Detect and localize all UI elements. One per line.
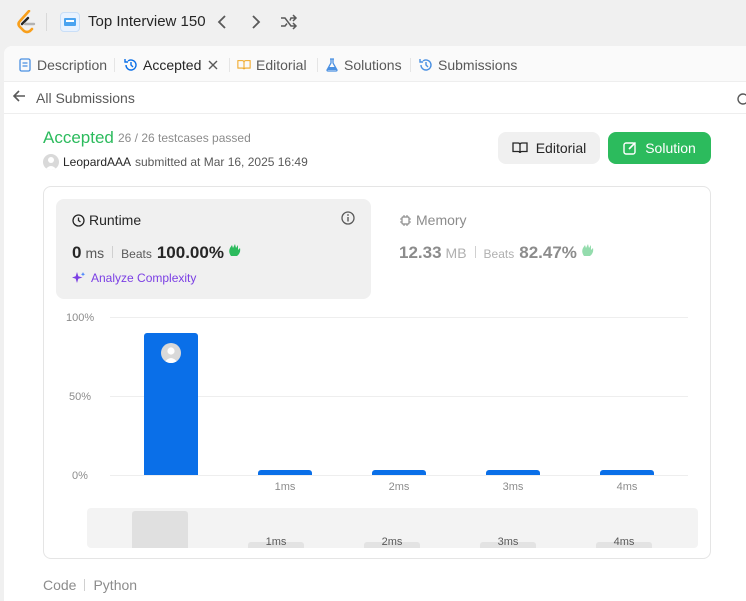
chart-bar[interactable] xyxy=(486,470,540,475)
submission-status: Accepted xyxy=(43,128,114,147)
link-icon[interactable] xyxy=(736,92,746,111)
gridline xyxy=(110,475,688,476)
chevron-right-icon[interactable] xyxy=(244,10,268,34)
chip-icon xyxy=(399,214,412,227)
tab-submissions-label: Submissions xyxy=(438,57,518,73)
y-tick-label: 100% xyxy=(66,312,95,324)
chart-bar[interactable] xyxy=(372,470,426,475)
runtime-distribution-chart: 100% 50% 0% 1ms 2ms 3ms 4ms xyxy=(44,302,712,502)
book-icon xyxy=(237,58,251,72)
tab-accepted-label: Accepted xyxy=(143,57,202,73)
code-label: Code xyxy=(43,577,77,593)
history-icon xyxy=(419,58,433,72)
x-tick-label: 3ms xyxy=(502,481,524,493)
tab-bar: Description Accepted Editorial Solutions… xyxy=(4,46,746,82)
tab-submissions[interactable]: Submissions xyxy=(419,55,517,75)
user-avatar-icon xyxy=(161,342,181,363)
runtime-value: 0 xyxy=(72,243,82,262)
runtime-beats-value: 100.00% xyxy=(156,243,224,262)
arrow-left-icon[interactable] xyxy=(12,89,26,108)
memory-unit: MB xyxy=(445,245,467,261)
code-section-header: Code Python xyxy=(43,577,137,593)
range-selector[interactable]: 1ms 2ms 3ms 4ms xyxy=(87,508,698,548)
memory-title-label: Memory xyxy=(416,212,467,228)
range-selector-handle[interactable] xyxy=(132,511,188,548)
performance-card: Runtime 0 ms Beats 100.00% Analyze Compl… xyxy=(43,186,711,559)
flask-icon xyxy=(325,58,339,72)
avatar[interactable] xyxy=(43,154,59,170)
editorial-button[interactable]: Editorial xyxy=(498,132,600,164)
language-label[interactable]: Python xyxy=(93,577,137,593)
range-selector-label: 3ms xyxy=(497,536,519,548)
range-selector-label: 2ms xyxy=(381,536,403,548)
username[interactable]: LeopardAAA xyxy=(63,155,131,169)
x-tick-label: 2ms xyxy=(388,481,410,493)
problem-list-title[interactable]: Top Interview 150 xyxy=(88,13,206,30)
memory-beats-label: Beats xyxy=(483,247,515,261)
analyze-complexity-label: Analyze Complexity xyxy=(91,271,197,285)
tab-solutions-label: Solutions xyxy=(344,57,402,73)
chart-bar[interactable] xyxy=(258,470,312,475)
x-tick-label: 4ms xyxy=(616,481,638,493)
document-icon xyxy=(18,58,32,72)
info-icon[interactable] xyxy=(341,211,355,230)
y-tick-label: 0% xyxy=(72,470,88,482)
tab-description-label: Description xyxy=(37,57,108,73)
clap-icon xyxy=(580,242,596,258)
topbar-divider xyxy=(46,13,47,31)
editorial-button-label: Editorial xyxy=(535,140,587,156)
all-submissions-link[interactable]: All Submissions xyxy=(36,90,135,106)
range-selector-label: 1ms xyxy=(265,536,287,548)
gridline xyxy=(110,317,688,318)
memory-title: Memory xyxy=(399,212,467,228)
submission-panel: Description Accepted Editorial Solutions… xyxy=(4,46,746,601)
solution-button-label: Solution xyxy=(645,140,696,156)
tab-editorial-label: Editorial xyxy=(256,57,307,73)
runtime-title-label: Runtime xyxy=(89,212,142,228)
runtime-title: Runtime xyxy=(72,212,141,228)
clock-icon xyxy=(72,213,85,227)
runtime-box[interactable]: Runtime 0 ms Beats 100.00% Analyze Compl… xyxy=(56,199,371,299)
solution-button[interactable]: Solution xyxy=(608,132,711,164)
chart-bar[interactable] xyxy=(144,332,198,475)
sparkle-icon xyxy=(72,272,86,283)
chevron-left-icon[interactable] xyxy=(210,10,234,34)
memory-box[interactable]: Memory 12.33 MB Beats 82.47% xyxy=(383,199,698,299)
study-plan-icon[interactable] xyxy=(60,12,80,32)
runtime-unit: ms xyxy=(85,245,105,261)
metric-divider xyxy=(112,246,114,258)
memory-beats-value: 82.47% xyxy=(519,243,577,262)
tab-divider xyxy=(229,58,230,72)
memory-row: 12.33 MB Beats 82.47% xyxy=(399,242,596,263)
range-selector-label: 4ms xyxy=(613,536,635,548)
submission-subheader: All Submissions xyxy=(4,82,746,114)
submitted-time: submitted at Mar 16, 2025 16:49 xyxy=(135,155,308,169)
runtime-row: 0 ms Beats 100.00% xyxy=(72,242,243,263)
tab-divider xyxy=(317,58,318,72)
tab-divider xyxy=(410,58,411,72)
x-tick-label: 1ms xyxy=(274,481,296,493)
testcases-passed: 26 / 26 testcases passed xyxy=(118,131,251,145)
tab-description[interactable]: Description xyxy=(18,55,107,75)
y-tick-label: 50% xyxy=(69,391,92,403)
tab-divider xyxy=(114,58,115,72)
runtime-beats-label: Beats xyxy=(121,247,152,261)
edit-icon xyxy=(623,141,637,155)
analyze-complexity-link[interactable]: Analyze Complexity xyxy=(72,271,196,285)
tab-editorial[interactable]: Editorial xyxy=(237,55,307,75)
tab-solutions[interactable]: Solutions xyxy=(325,55,402,75)
chart-bar[interactable] xyxy=(600,470,654,475)
leetcode-logo-icon[interactable] xyxy=(16,9,38,34)
tab-accepted[interactable]: Accepted xyxy=(124,55,218,75)
clap-icon xyxy=(227,242,243,258)
metric-divider xyxy=(474,246,476,258)
top-bar: Top Interview 150 xyxy=(0,0,746,44)
code-divider xyxy=(84,579,86,591)
memory-value: 12.33 xyxy=(399,243,442,262)
shuffle-icon[interactable] xyxy=(277,10,301,34)
history-icon xyxy=(124,58,138,72)
book-icon xyxy=(512,142,528,154)
close-icon[interactable] xyxy=(208,60,218,70)
